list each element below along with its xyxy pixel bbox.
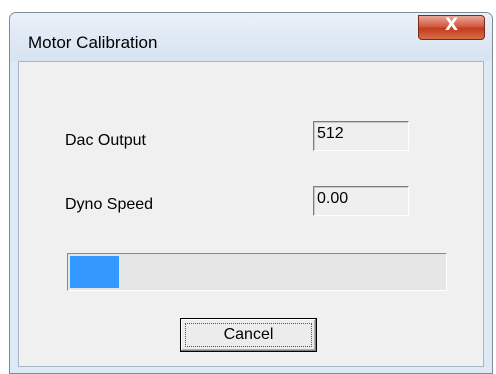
focus-rectangle (185, 323, 312, 347)
window-title: Motor Calibration (28, 33, 158, 52)
dac-output-label: Dac Output (65, 132, 146, 149)
close-icon: X (444, 15, 459, 35)
progress-fill (70, 256, 119, 288)
dyno-speed-label: Dyno Speed (65, 196, 154, 213)
progress-bar (67, 253, 447, 291)
title-bar[interactable]: Motor Calibration X (10, 13, 492, 61)
dialog-content: Dac Output 512 Dyno Speed 0.00 Cancel (18, 61, 484, 367)
dialog-window: Motor Calibration X Dac Output 512 Dyno … (9, 12, 493, 374)
cancel-button[interactable]: Cancel (180, 318, 317, 352)
dyno-speed-field: 0.00 (313, 186, 409, 216)
close-button[interactable]: X (418, 15, 485, 40)
dac-output-field: 512 (313, 121, 409, 151)
